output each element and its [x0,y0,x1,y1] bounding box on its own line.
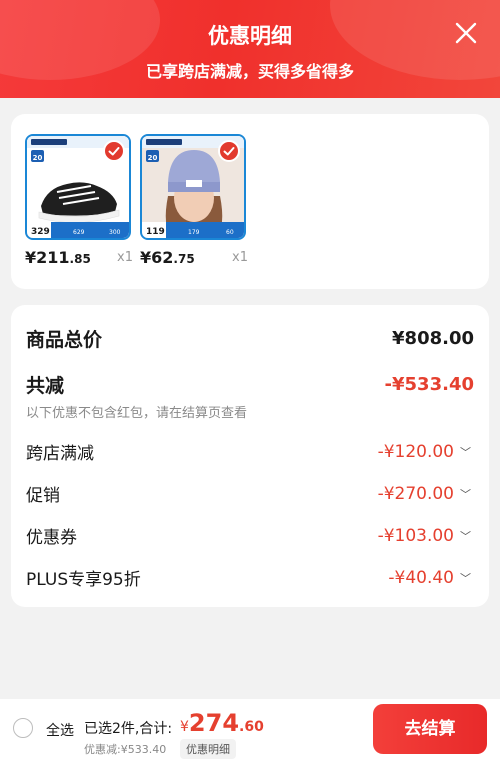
discount-row-plus[interactable]: PLUS专享95折 -¥40.40 ﹀ [26,565,474,591]
discount-label: 优惠券 [26,528,77,548]
header-banner: 优惠明细 已享跨店满减，买得多省得多 [0,0,500,98]
discount-row-coupon[interactable]: 优惠券 -¥103.00 ﹀ [26,523,474,549]
product-quantity: x1 [117,250,133,265]
product-thumbnail[interactable]: 20 329 629 300 [25,134,131,240]
check-icon[interactable] [103,140,125,162]
thumb-num: 300 [109,229,121,236]
thumb-price: 119 [146,227,165,237]
discount-label: PLUS专享95折 [26,570,141,590]
selected-count: 已选2件,合计: [84,721,173,737]
close-icon[interactable] [452,19,480,47]
discount-value: -¥120.00 [377,441,454,462]
checkout-button[interactable]: 去结算 [373,704,487,754]
product-price: ¥211.85 [25,248,91,267]
discount-note: 以下优惠不包含红包，请在结算页查看 [26,406,248,421]
discount-amount: 优惠减:¥533.40 [84,743,167,756]
product-item-beanie[interactable]: 20 119 179 60 ¥62.75 x1 [140,134,248,267]
checkout-bar: 全选 已选2件,合计: ¥274.60 优惠减:¥533.40 优惠明细 去结算 [0,699,500,760]
select-all-radio[interactable] [13,718,33,738]
product-thumbnail[interactable]: 20 119 179 60 [140,134,246,240]
thumb-num: 629 [73,229,85,236]
discount-row-cross-store[interactable]: 跨店满减 -¥120.00 ﹀ [26,439,474,465]
discount-value: -¥40.40 [388,567,454,588]
discount-label: 跨店满减 [26,444,94,464]
discount-detail-button[interactable]: 优惠明细 [180,739,236,759]
total-price-value: ¥808.00 [392,328,474,349]
total-discount-row: 共减 -¥533.40 [26,371,474,398]
discount-value: -¥270.00 [377,483,454,504]
chevron-down-icon[interactable]: ﹀ [460,486,474,502]
total-amount: ¥274.60 [180,709,264,737]
chevron-down-icon[interactable]: ﹀ [460,444,474,460]
page-subtitle: 已享跨店满减，买得多省得多 [145,62,354,81]
select-all-label[interactable]: 全选 [46,720,74,740]
chevron-down-icon[interactable]: ﹀ [460,570,474,586]
check-icon[interactable] [218,140,240,162]
page-title: 优惠明细 [208,24,292,48]
discount-value: -¥103.00 [377,525,454,546]
thumb-num: 60 [226,229,234,236]
total-discount-label: 共减 [26,375,65,397]
total-discount-value: -¥533.40 [384,374,474,395]
total-price-row: 商品总价 ¥808.00 [26,325,474,352]
discount-label: 促销 [26,486,60,506]
thumb-badge: 20 [33,154,43,162]
product-item-sneaker[interactable]: 20 329 629 300 ¥211.85 x1 [25,134,133,267]
discount-summary-card: 商品总价 ¥808.00 共减 -¥533.40 以下优惠不包含红包，请在结算页… [11,305,489,607]
total-price-label: 商品总价 [26,329,103,351]
product-quantity: x1 [232,250,248,265]
products-card: 20 329 629 300 ¥211.85 x1 20 119 179 60 … [11,114,489,289]
thumb-num: 179 [188,229,200,236]
thumb-badge: 20 [148,154,158,162]
thumb-price: 329 [31,227,50,237]
product-price: ¥62.75 [140,248,195,267]
discount-row-promotion[interactable]: 促销 -¥270.00 ﹀ [26,481,474,507]
chevron-down-icon[interactable]: ﹀ [460,528,474,544]
